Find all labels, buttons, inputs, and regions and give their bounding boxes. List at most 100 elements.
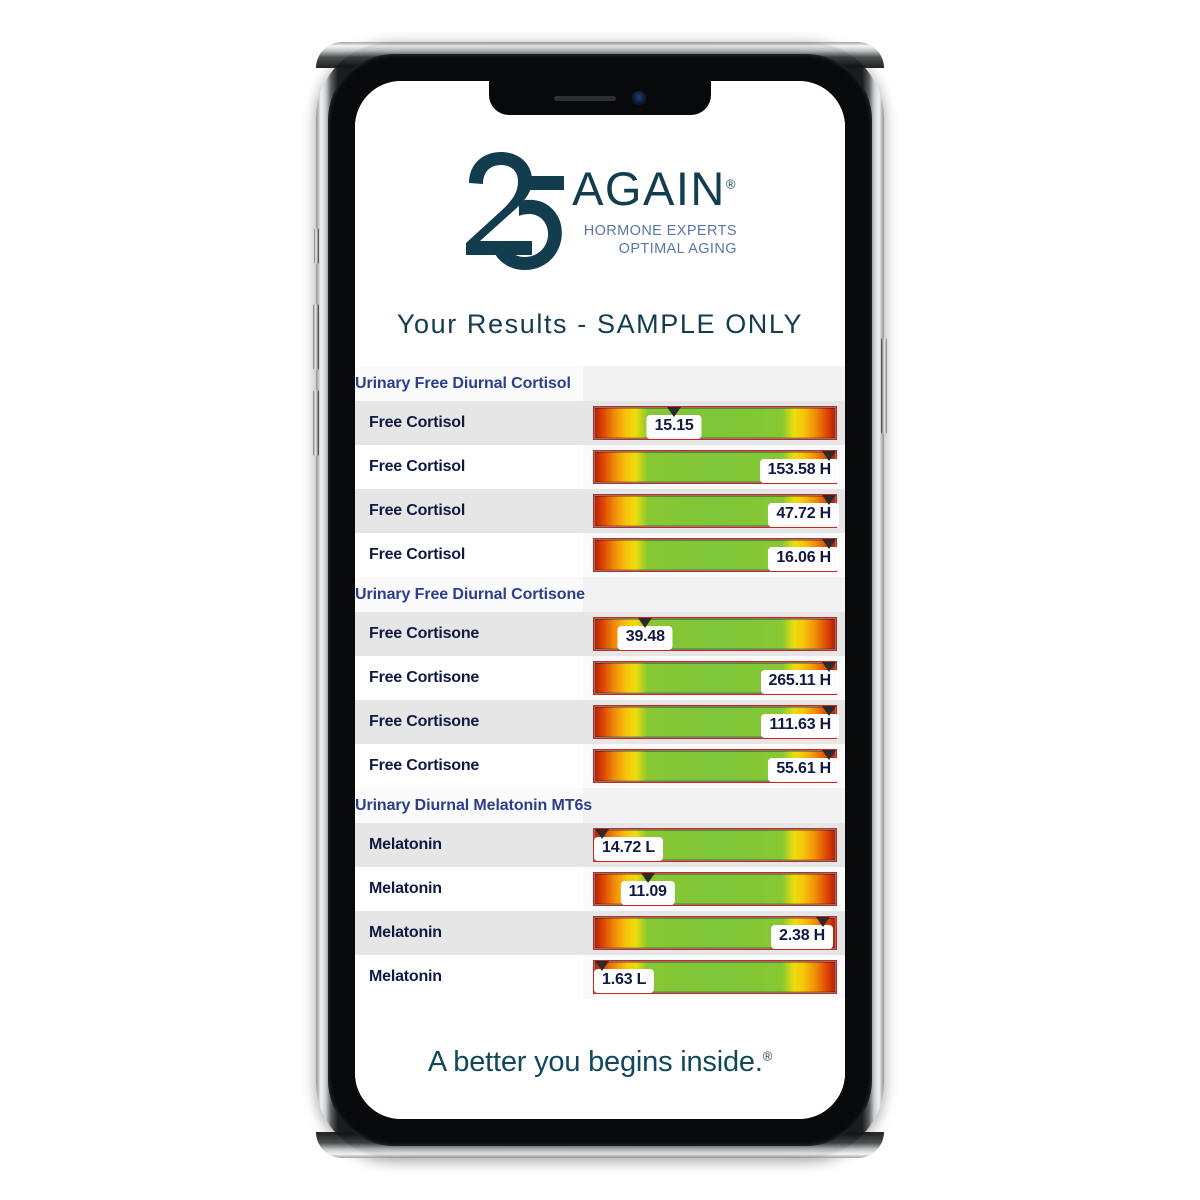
- result-value-badge: 153.58 H: [759, 459, 839, 483]
- reference-range-gauge: 265.11 H: [593, 662, 839, 694]
- gauge-frame: 265.11 H: [592, 661, 839, 695]
- result-marker-icon: [640, 873, 655, 883]
- silent-switch-button[interactable]: [314, 228, 319, 264]
- analyte-label-cell: Free Cortisone: [355, 744, 583, 788]
- result-value-badge: 2.38 H: [771, 925, 833, 949]
- result-value-badge: 47.72 H: [768, 503, 839, 527]
- reference-range-gauge: 39.48: [593, 618, 836, 650]
- results-section-header: Urinary Free Diurnal Cortisol: [355, 366, 845, 401]
- result-marker-icon: [821, 706, 836, 716]
- section-header-spacer: [582, 577, 845, 612]
- range-gauge-cell: 14.72 L: [582, 823, 845, 867]
- range-gauge-cell: 2.38 H: [582, 911, 845, 955]
- range-gauge-cell: 265.11 H: [582, 656, 845, 700]
- result-marker-icon: [821, 662, 836, 672]
- phone-body: AGAIN® HORMONE EXPERTS OPTIMAL AGING You…: [328, 54, 872, 1146]
- range-gauge-cell: 15.15: [582, 401, 845, 445]
- gauge-frame: 153.58 H: [592, 450, 839, 484]
- table-row: Free Cortisone 55.61 H: [355, 744, 845, 788]
- brand-tagline-line2: OPTIMAL AGING: [618, 240, 737, 257]
- lab-results-page: AGAIN® HORMONE EXPERTS OPTIMAL AGING You…: [355, 81, 845, 1119]
- result-marker-icon: [595, 829, 610, 839]
- result-value-badge: 14.72 L: [594, 837, 663, 861]
- gauge-frame: 16.06 H: [592, 538, 839, 572]
- result-value-badge: 1.63 L: [594, 969, 655, 993]
- range-gauge-cell: 153.58 H: [582, 445, 845, 489]
- gauge-frame: 1.63 L: [592, 960, 837, 994]
- result-value-badge: 11.09: [620, 881, 675, 905]
- result-marker-icon: [667, 407, 682, 417]
- gauge-frame: 14.72 L: [592, 828, 837, 862]
- analyte-label-cell: Free Cortisone: [355, 700, 583, 744]
- result-marker-icon: [821, 539, 836, 549]
- analyte-label: Free Cortisone: [369, 625, 480, 642]
- speaker-grille-icon: [554, 95, 616, 101]
- gauge-frame: 39.48: [592, 617, 837, 651]
- reference-range-gauge: 14.72 L: [593, 829, 836, 861]
- logo-25-mark: [466, 152, 565, 270]
- result-value-badge: 55.61 H: [768, 758, 839, 782]
- table-row: Free Cortisol 153.58 H: [355, 445, 845, 489]
- analyte-label: Free Cortisol: [369, 414, 466, 431]
- table-row: Free Cortisone 111.63 H: [355, 700, 845, 744]
- table-row: Free Cortisone 39.48: [355, 612, 845, 656]
- brand-logo: AGAIN® HORMONE EXPERTS OPTIMAL AGING: [355, 149, 845, 273]
- front-camera-icon: [632, 91, 646, 105]
- table-row: Free Cortisone 265.11 H: [355, 656, 845, 700]
- analyte-label-cell: Melatonin: [355, 867, 583, 911]
- analyte-label-cell: Melatonin: [355, 823, 583, 867]
- analyte-label-cell: Free Cortisol: [355, 533, 583, 577]
- reference-range-gauge: 55.61 H: [593, 750, 839, 782]
- analyte-label: Melatonin: [369, 924, 442, 941]
- gauge-frame: 11.09: [592, 872, 837, 906]
- analyte-label: Melatonin: [369, 968, 442, 985]
- reference-range-gauge: 16.06 H: [593, 539, 839, 571]
- analyte-label-cell: Free Cortisol: [355, 489, 583, 533]
- section-title: Urinary Free Diurnal Cortisol: [355, 366, 583, 401]
- volume-up-button[interactable]: [313, 304, 319, 370]
- table-row: Melatonin 1.63 L: [355, 955, 845, 999]
- gauge-frame: 111.63 H: [592, 705, 839, 739]
- table-row: Free Cortisol 16.06 H: [355, 533, 845, 577]
- phone-screen: AGAIN® HORMONE EXPERTS OPTIMAL AGING You…: [355, 81, 845, 1119]
- range-gauge-cell: 39.48: [582, 612, 845, 656]
- logo-again-text: AGAIN: [572, 162, 726, 215]
- result-marker-icon: [815, 917, 830, 927]
- analyte-label-cell: Free Cortisol: [355, 401, 583, 445]
- range-gauge-cell: 16.06 H: [582, 533, 845, 577]
- section-title: Urinary Diurnal Melatonin MT6s: [355, 788, 592, 823]
- gauge-frame: 55.61 H: [592, 749, 839, 783]
- result-marker-icon: [638, 618, 653, 628]
- analyte-label-cell: Free Cortisone: [355, 656, 583, 700]
- reference-range-gauge: 15.15: [593, 407, 836, 439]
- reference-range-gauge: 2.38 H: [593, 917, 836, 949]
- brand-tagline-line1: HORMONE EXPERTS: [583, 223, 737, 239]
- table-row: Melatonin 11.09: [355, 867, 845, 911]
- analyte-label: Free Cortisol: [369, 502, 466, 519]
- logo-registered-icon: ®: [725, 176, 737, 192]
- analyte-label-cell: Melatonin: [355, 955, 583, 999]
- result-value-badge: 16.06 H: [768, 547, 839, 571]
- power-button[interactable]: [881, 338, 887, 434]
- page-title: Your Results - SAMPLE ONLY: [396, 309, 804, 339]
- section-title: Urinary Free Diurnal Cortisone: [355, 577, 585, 612]
- volume-down-button[interactable]: [313, 390, 319, 456]
- range-gauge-cell: 111.63 H: [582, 700, 845, 744]
- result-value-badge: 39.48: [617, 626, 673, 650]
- brand-tagline: HORMONE EXPERTS OPTIMAL AGING: [584, 223, 737, 258]
- analyte-label: Melatonin: [369, 880, 442, 897]
- phone-device-mockup: AGAIN® HORMONE EXPERTS OPTIMAL AGING You…: [313, 42, 887, 1158]
- footer-tagline: A better you begins inside.®: [355, 1046, 845, 1079]
- table-row: Free Cortisol 15.15: [355, 401, 845, 445]
- analyte-label-cell: Free Cortisone: [355, 612, 583, 656]
- section-header-spacer: [582, 788, 845, 823]
- result-value-badge: 111.63 H: [761, 714, 839, 738]
- range-gauge-cell: 47.72 H: [582, 489, 845, 533]
- reference-range-gauge: 111.63 H: [593, 706, 839, 738]
- analyte-label: Free Cortisol: [369, 458, 466, 475]
- range-gauge-cell: 55.61 H: [582, 744, 845, 788]
- results-section-header: Urinary Free Diurnal Cortisone: [355, 577, 845, 612]
- footer-registered-icon: ®: [762, 1048, 773, 1064]
- result-value-badge: 15.15: [646, 415, 702, 439]
- gauge-frame: 15.15: [592, 406, 837, 440]
